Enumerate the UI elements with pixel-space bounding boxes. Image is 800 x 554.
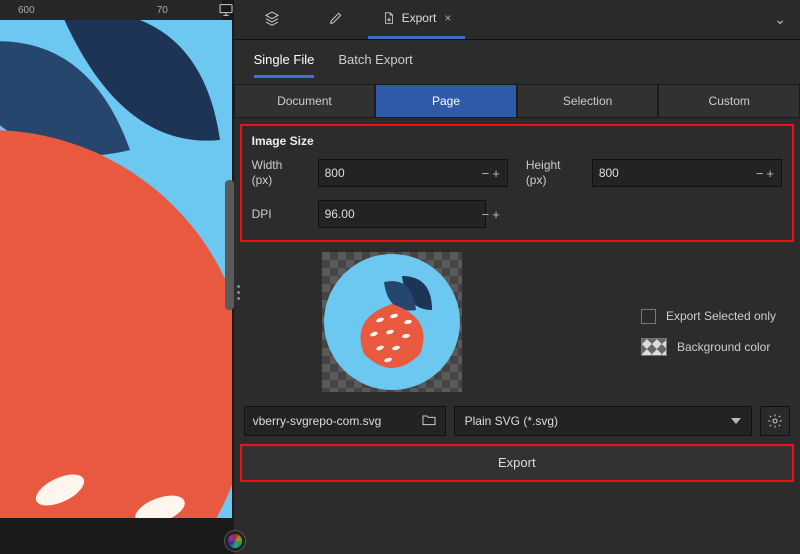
ruler-mark: 70 bbox=[157, 5, 168, 16]
layers-tab-icon[interactable] bbox=[240, 1, 304, 39]
width-input[interactable] bbox=[325, 166, 480, 180]
settings-button[interactable] bbox=[760, 406, 790, 436]
gear-icon bbox=[767, 413, 783, 429]
export-tab-label: Export bbox=[402, 11, 437, 25]
app-root: 600 70 bbox=[0, 0, 800, 554]
export-selected-label: Export Selected only bbox=[666, 309, 776, 323]
export-panel: Export × ⌄ Single File Batch Export Docu… bbox=[234, 0, 800, 554]
display-icon[interactable] bbox=[218, 2, 234, 18]
minus-icon[interactable]: − bbox=[754, 166, 765, 181]
image-size-title: Image Size bbox=[252, 134, 782, 148]
export-button-container: Export bbox=[240, 444, 794, 482]
scope-document[interactable]: Document bbox=[234, 84, 376, 118]
dpi-row: DPI −+ bbox=[252, 200, 782, 228]
tab-batch-export[interactable]: Batch Export bbox=[338, 52, 412, 78]
canvas-area[interactable]: 600 70 bbox=[0, 0, 234, 554]
dpi-stepper[interactable]: −+ bbox=[480, 207, 501, 222]
format-value: Plain SVG (*.svg) bbox=[465, 414, 731, 428]
bgcolor-swatch[interactable] bbox=[641, 338, 667, 356]
scrollbar-vertical[interactable] bbox=[225, 180, 234, 310]
export-options: Export Selected only Background color bbox=[641, 309, 776, 356]
artwork bbox=[0, 20, 232, 518]
scope-selection[interactable]: Selection bbox=[517, 84, 659, 118]
export-button[interactable]: Export bbox=[242, 446, 792, 480]
height-input[interactable] bbox=[599, 166, 754, 180]
folder-icon[interactable] bbox=[421, 412, 437, 431]
format-select[interactable]: Plain SVG (*.svg) bbox=[454, 406, 752, 436]
width-label: Width (px) bbox=[252, 158, 300, 188]
close-icon[interactable]: × bbox=[444, 11, 451, 25]
chevron-down-icon[interactable]: ⌄ bbox=[766, 11, 794, 28]
width-stepper[interactable]: −+ bbox=[480, 166, 501, 181]
height-label: Height (px) bbox=[526, 158, 574, 188]
export-selected-checkbox[interactable]: Export Selected only bbox=[641, 309, 776, 324]
color-wheel-icon[interactable] bbox=[224, 530, 246, 552]
panel-handle[interactable] bbox=[237, 285, 240, 300]
preview-artwork bbox=[324, 254, 460, 390]
export-mode-tabs: Single File Batch Export bbox=[234, 40, 800, 78]
export-preview bbox=[322, 252, 462, 392]
filename-input[interactable] bbox=[253, 414, 421, 428]
width-field[interactable]: −+ bbox=[318, 159, 508, 187]
plus-icon[interactable]: + bbox=[490, 166, 501, 181]
dock-tabs: Export × ⌄ bbox=[234, 0, 800, 40]
checkbox-icon[interactable] bbox=[641, 309, 656, 324]
scope-page[interactable]: Page bbox=[375, 84, 517, 118]
tab-single-file[interactable]: Single File bbox=[254, 52, 315, 78]
image-size-section: Image Size Width (px) −+ Height (px) −+ … bbox=[240, 124, 794, 242]
edit-tab-icon[interactable] bbox=[304, 1, 368, 39]
plus-icon[interactable]: + bbox=[764, 166, 775, 181]
dpi-label: DPI bbox=[252, 207, 300, 222]
bgcolor-label: Background color bbox=[677, 340, 770, 354]
width-height-row: Width (px) −+ Height (px) −+ bbox=[252, 158, 782, 188]
height-stepper[interactable]: −+ bbox=[754, 166, 775, 181]
preview-row: Export Selected only Background color bbox=[234, 242, 800, 396]
dpi-input[interactable] bbox=[325, 207, 480, 221]
background-color-option[interactable]: Background color bbox=[641, 338, 776, 356]
export-scope-tabs: Document Page Selection Custom bbox=[234, 84, 800, 118]
plus-icon[interactable]: + bbox=[490, 207, 501, 222]
ruler-mark: 600 bbox=[18, 5, 35, 16]
dpi-field[interactable]: −+ bbox=[318, 200, 486, 228]
filename-field[interactable] bbox=[244, 406, 446, 436]
ruler-horizontal: 600 70 bbox=[0, 0, 222, 20]
file-row: Plain SVG (*.svg) bbox=[234, 396, 800, 436]
scope-custom[interactable]: Custom bbox=[658, 84, 800, 118]
export-tab[interactable]: Export × bbox=[368, 1, 466, 39]
canvas[interactable] bbox=[0, 20, 232, 518]
height-field[interactable]: −+ bbox=[592, 159, 782, 187]
dropdown-icon bbox=[731, 418, 741, 424]
minus-icon[interactable]: − bbox=[480, 166, 491, 181]
minus-icon[interactable]: − bbox=[480, 207, 491, 222]
